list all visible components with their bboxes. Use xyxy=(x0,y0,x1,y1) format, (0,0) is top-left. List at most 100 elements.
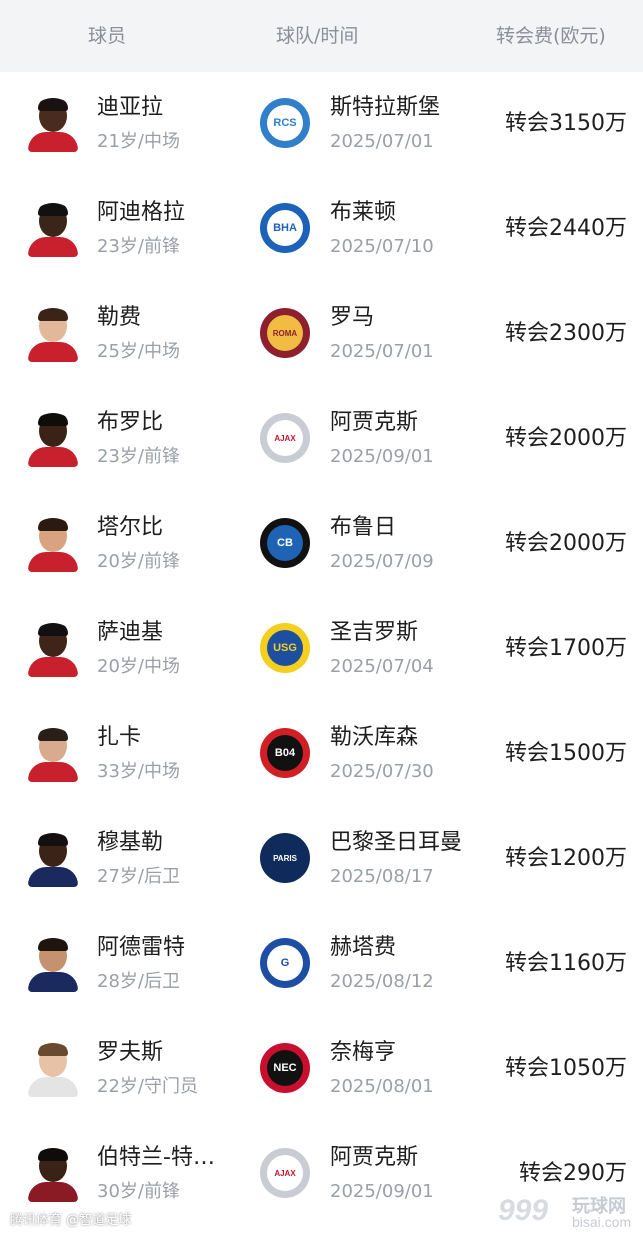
club-name: 阿贾克斯 xyxy=(330,1145,419,1170)
transfer-fee: 转会2000万 xyxy=(505,531,627,556)
club-brugge-crest-icon: CB xyxy=(260,518,310,568)
avatar-hair xyxy=(38,1043,68,1056)
transfer-fee: 转会1200万 xyxy=(505,846,627,871)
column-header-transfer-fee: 转会费(欧元) xyxy=(496,25,606,47)
player-avatar xyxy=(28,1148,78,1202)
transfer-fee: 转会2440万 xyxy=(505,216,627,241)
player-name: 扎卡 xyxy=(97,725,142,750)
table-row[interactable]: 迪亚拉 21岁/中场 RCS 斯特拉斯堡 2025/07/01 转会3150万 xyxy=(0,72,643,177)
site-watermark-number: 999 xyxy=(498,1194,549,1227)
table-row[interactable]: 布罗比 23岁/前锋 AJAX 阿贾克斯 2025/09/01 转会2000万 xyxy=(0,387,643,492)
transfer-fee: 转会1500万 xyxy=(505,741,627,766)
avatar-hair xyxy=(38,413,68,426)
table-row[interactable]: 穆基勒 27岁/后卫 PARIS 巴黎圣日耳曼 2025/08/17 转会1200万 xyxy=(0,807,643,912)
avatar-shirt xyxy=(28,342,78,362)
table-row[interactable]: 罗夫斯 22岁/守门员 NEC 奈梅亨 2025/08/01 转会1050万 xyxy=(0,1017,643,1122)
brighton-crest-icon: BHA xyxy=(260,203,310,253)
player-avatar xyxy=(28,518,78,572)
player-age-position: 21岁/中场 xyxy=(97,131,180,152)
player-avatar xyxy=(28,203,78,257)
avatar-hair xyxy=(38,728,68,741)
leverkusen-crest-icon: B04 xyxy=(260,728,310,778)
club-crest-label: RCS xyxy=(267,105,303,141)
avatar-hair xyxy=(38,98,68,111)
column-header-team-date: 球队/时间 xyxy=(276,25,359,47)
avatar-shirt xyxy=(28,552,78,572)
roma-crest-icon: ROMA xyxy=(260,308,310,358)
player-age-position: 27岁/后卫 xyxy=(97,866,180,887)
avatar-hair xyxy=(38,1148,68,1161)
ajax-crest-icon: AJAX xyxy=(260,413,310,463)
club-name: 奈梅亨 xyxy=(330,1040,397,1065)
club-crest-label: BHA xyxy=(267,210,303,246)
player-avatar xyxy=(28,413,78,467)
transfer-fee: 转会290万 xyxy=(519,1161,627,1186)
transfer-date: 2025/07/09 xyxy=(330,551,434,572)
player-name: 布罗比 xyxy=(97,410,164,435)
avatar-hair xyxy=(38,203,68,216)
table-header: 球员 球队/时间 转会费(欧元) xyxy=(0,0,643,72)
avatar-shirt xyxy=(28,237,78,257)
player-name: 阿迪格拉 xyxy=(97,200,186,225)
transfer-fee: 转会1160万 xyxy=(505,951,627,976)
player-age-position: 28岁/后卫 xyxy=(97,971,180,992)
club-name: 勒沃库森 xyxy=(330,725,419,750)
transfer-date: 2025/07/30 xyxy=(330,761,434,782)
avatar-shirt xyxy=(28,132,78,152)
player-name: 罗夫斯 xyxy=(97,1040,164,1065)
club-crest-label: AJAX xyxy=(267,420,303,456)
player-avatar xyxy=(28,98,78,152)
club-crest-label: USG xyxy=(267,630,303,666)
player-age-position: 23岁/前锋 xyxy=(97,446,180,467)
transfer-date: 2025/09/01 xyxy=(330,1181,434,1202)
club-crest-label: NEC xyxy=(267,1050,303,1086)
avatar-shirt xyxy=(28,867,78,887)
avatar-shirt xyxy=(28,1077,78,1097)
player-name: 穆基勒 xyxy=(97,830,164,855)
club-name: 罗马 xyxy=(330,305,375,330)
table-row[interactable]: 勒费 25岁/中场 ROMA 罗马 2025/07/01 转会2300万 xyxy=(0,282,643,387)
getafe-crest-icon: G xyxy=(260,938,310,988)
transfer-fee: 转会2300万 xyxy=(505,321,627,346)
nec-crest-icon: NEC xyxy=(260,1043,310,1093)
transfer-date: 2025/08/17 xyxy=(330,866,434,887)
player-avatar xyxy=(28,833,78,887)
avatar-shirt xyxy=(28,972,78,992)
club-name: 布鲁日 xyxy=(330,515,397,540)
club-name: 圣吉罗斯 xyxy=(330,620,419,645)
player-avatar xyxy=(28,623,78,677)
transfer-date: 2025/07/10 xyxy=(330,236,434,257)
player-avatar xyxy=(28,938,78,992)
player-name: 勒费 xyxy=(97,305,142,330)
avatar-shirt xyxy=(28,447,78,467)
table-row[interactable]: 扎卡 33岁/中场 B04 勒沃库森 2025/07/30 转会1500万 xyxy=(0,702,643,807)
player-age-position: 20岁/前锋 xyxy=(97,551,180,572)
transfer-fee: 转会1700万 xyxy=(505,636,627,661)
club-crest-label: AJAX xyxy=(267,1155,303,1191)
site-watermark-logo: 999 玩球网 bisai.com xyxy=(498,1192,640,1234)
table-row[interactable]: 阿迪格拉 23岁/前锋 BHA 布莱顿 2025/07/10 转会2440万 xyxy=(0,177,643,282)
player-avatar xyxy=(28,308,78,362)
table-row[interactable]: 塔尔比 20岁/前锋 CB 布鲁日 2025/07/09 转会2000万 xyxy=(0,492,643,597)
club-crest-label: G xyxy=(267,945,303,981)
club-crest-label: ROMA xyxy=(267,315,303,351)
column-header-player: 球员 xyxy=(88,25,127,47)
player-name: 塔尔比 xyxy=(97,515,164,540)
transfer-date: 2025/09/01 xyxy=(330,446,434,467)
club-name: 巴黎圣日耳曼 xyxy=(330,830,463,855)
player-age-position: 33岁/中场 xyxy=(97,761,180,782)
avatar-hair xyxy=(38,623,68,636)
table-row[interactable]: 萨迪基 20岁/中场 USG 圣吉罗斯 2025/07/04 转会1700万 xyxy=(0,597,643,702)
avatar-hair xyxy=(38,938,68,951)
union-sg-crest-icon: USG xyxy=(260,623,310,673)
club-name: 布莱顿 xyxy=(330,200,397,225)
table-row[interactable]: 阿德雷特 28岁/后卫 G 赫塔费 2025/08/12 转会1160万 xyxy=(0,912,643,1017)
player-avatar xyxy=(28,728,78,782)
player-name: 萨迪基 xyxy=(97,620,164,645)
club-name: 阿贾克斯 xyxy=(330,410,419,435)
player-age-position: 25岁/中场 xyxy=(97,341,180,362)
avatar-hair xyxy=(38,518,68,531)
player-age-position: 22岁/守门员 xyxy=(97,1076,198,1097)
transfer-date: 2025/08/01 xyxy=(330,1076,434,1097)
player-age-position: 30岁/前锋 xyxy=(97,1181,180,1202)
